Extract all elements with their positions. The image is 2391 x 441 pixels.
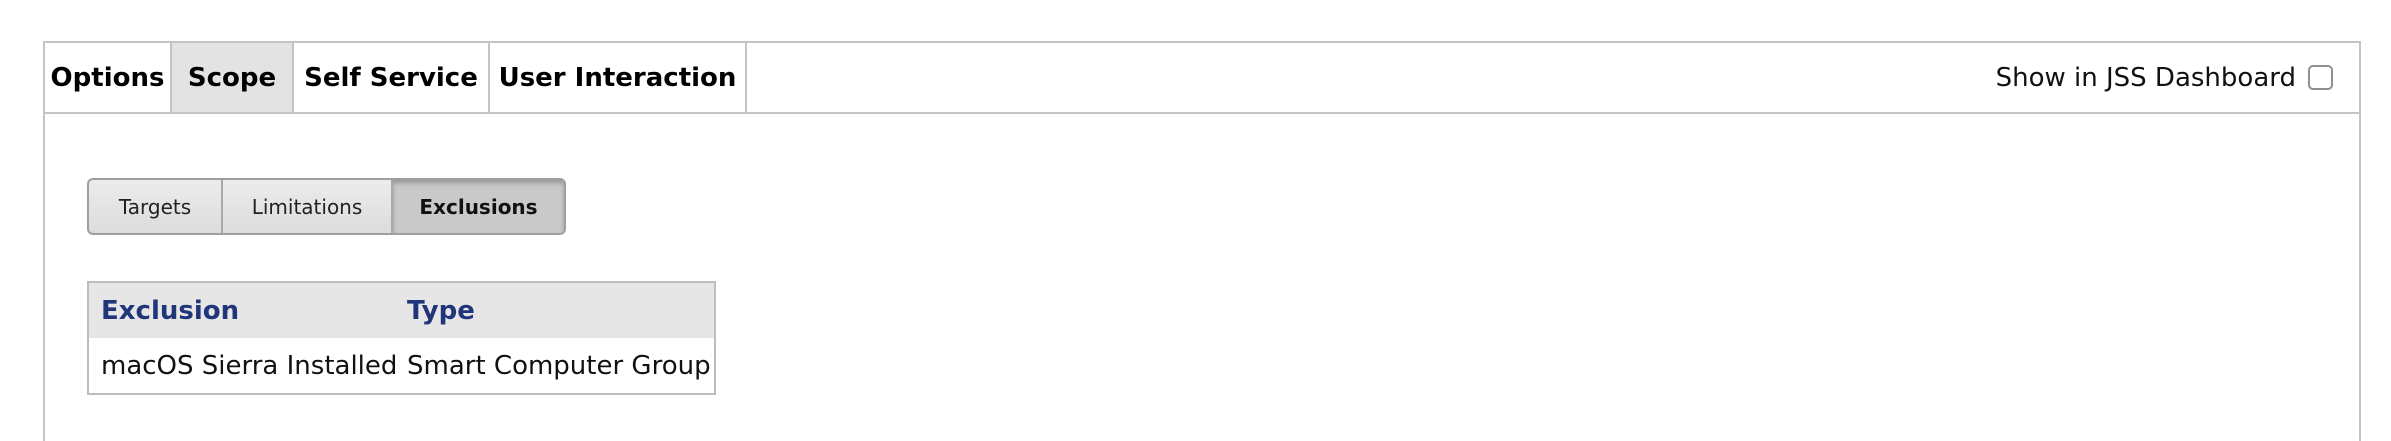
exclusions-table: Exclusion Type macOS Sierra Installed Sm…: [87, 281, 716, 395]
tab-scope[interactable]: Scope: [172, 43, 294, 112]
table-cell-type: Smart Computer Group: [407, 350, 711, 381]
scope-tab-limitations[interactable]: Limitations: [223, 180, 393, 233]
table-cell-exclusion: macOS Sierra Installed: [101, 350, 398, 381]
tab-self-service[interactable]: Self Service: [294, 43, 490, 112]
tab-user-interaction[interactable]: User Interaction: [490, 43, 747, 112]
column-header-exclusion[interactable]: Exclusion: [89, 296, 395, 326]
table-header-row: Exclusion Type: [89, 283, 714, 338]
tab-options[interactable]: Options: [45, 43, 172, 112]
policy-panel: Options Scope Self Service User Interact…: [43, 41, 2361, 441]
column-header-type[interactable]: Type: [395, 296, 713, 326]
show-in-dashboard-checkbox[interactable]: [2308, 65, 2333, 90]
show-in-dashboard[interactable]: Show in JSS Dashboard: [1996, 43, 2333, 112]
table-row[interactable]: macOS Sierra Installed Smart Computer Gr…: [89, 338, 714, 393]
tab-bar: Options Scope Self Service User Interact…: [45, 43, 2359, 114]
scope-tab-targets[interactable]: Targets: [89, 180, 223, 233]
scope-tab-exclusions[interactable]: Exclusions: [393, 180, 564, 233]
show-in-dashboard-label: Show in JSS Dashboard: [1995, 62, 2296, 93]
scope-segmented-control: Targets Limitations Exclusions: [87, 178, 566, 235]
